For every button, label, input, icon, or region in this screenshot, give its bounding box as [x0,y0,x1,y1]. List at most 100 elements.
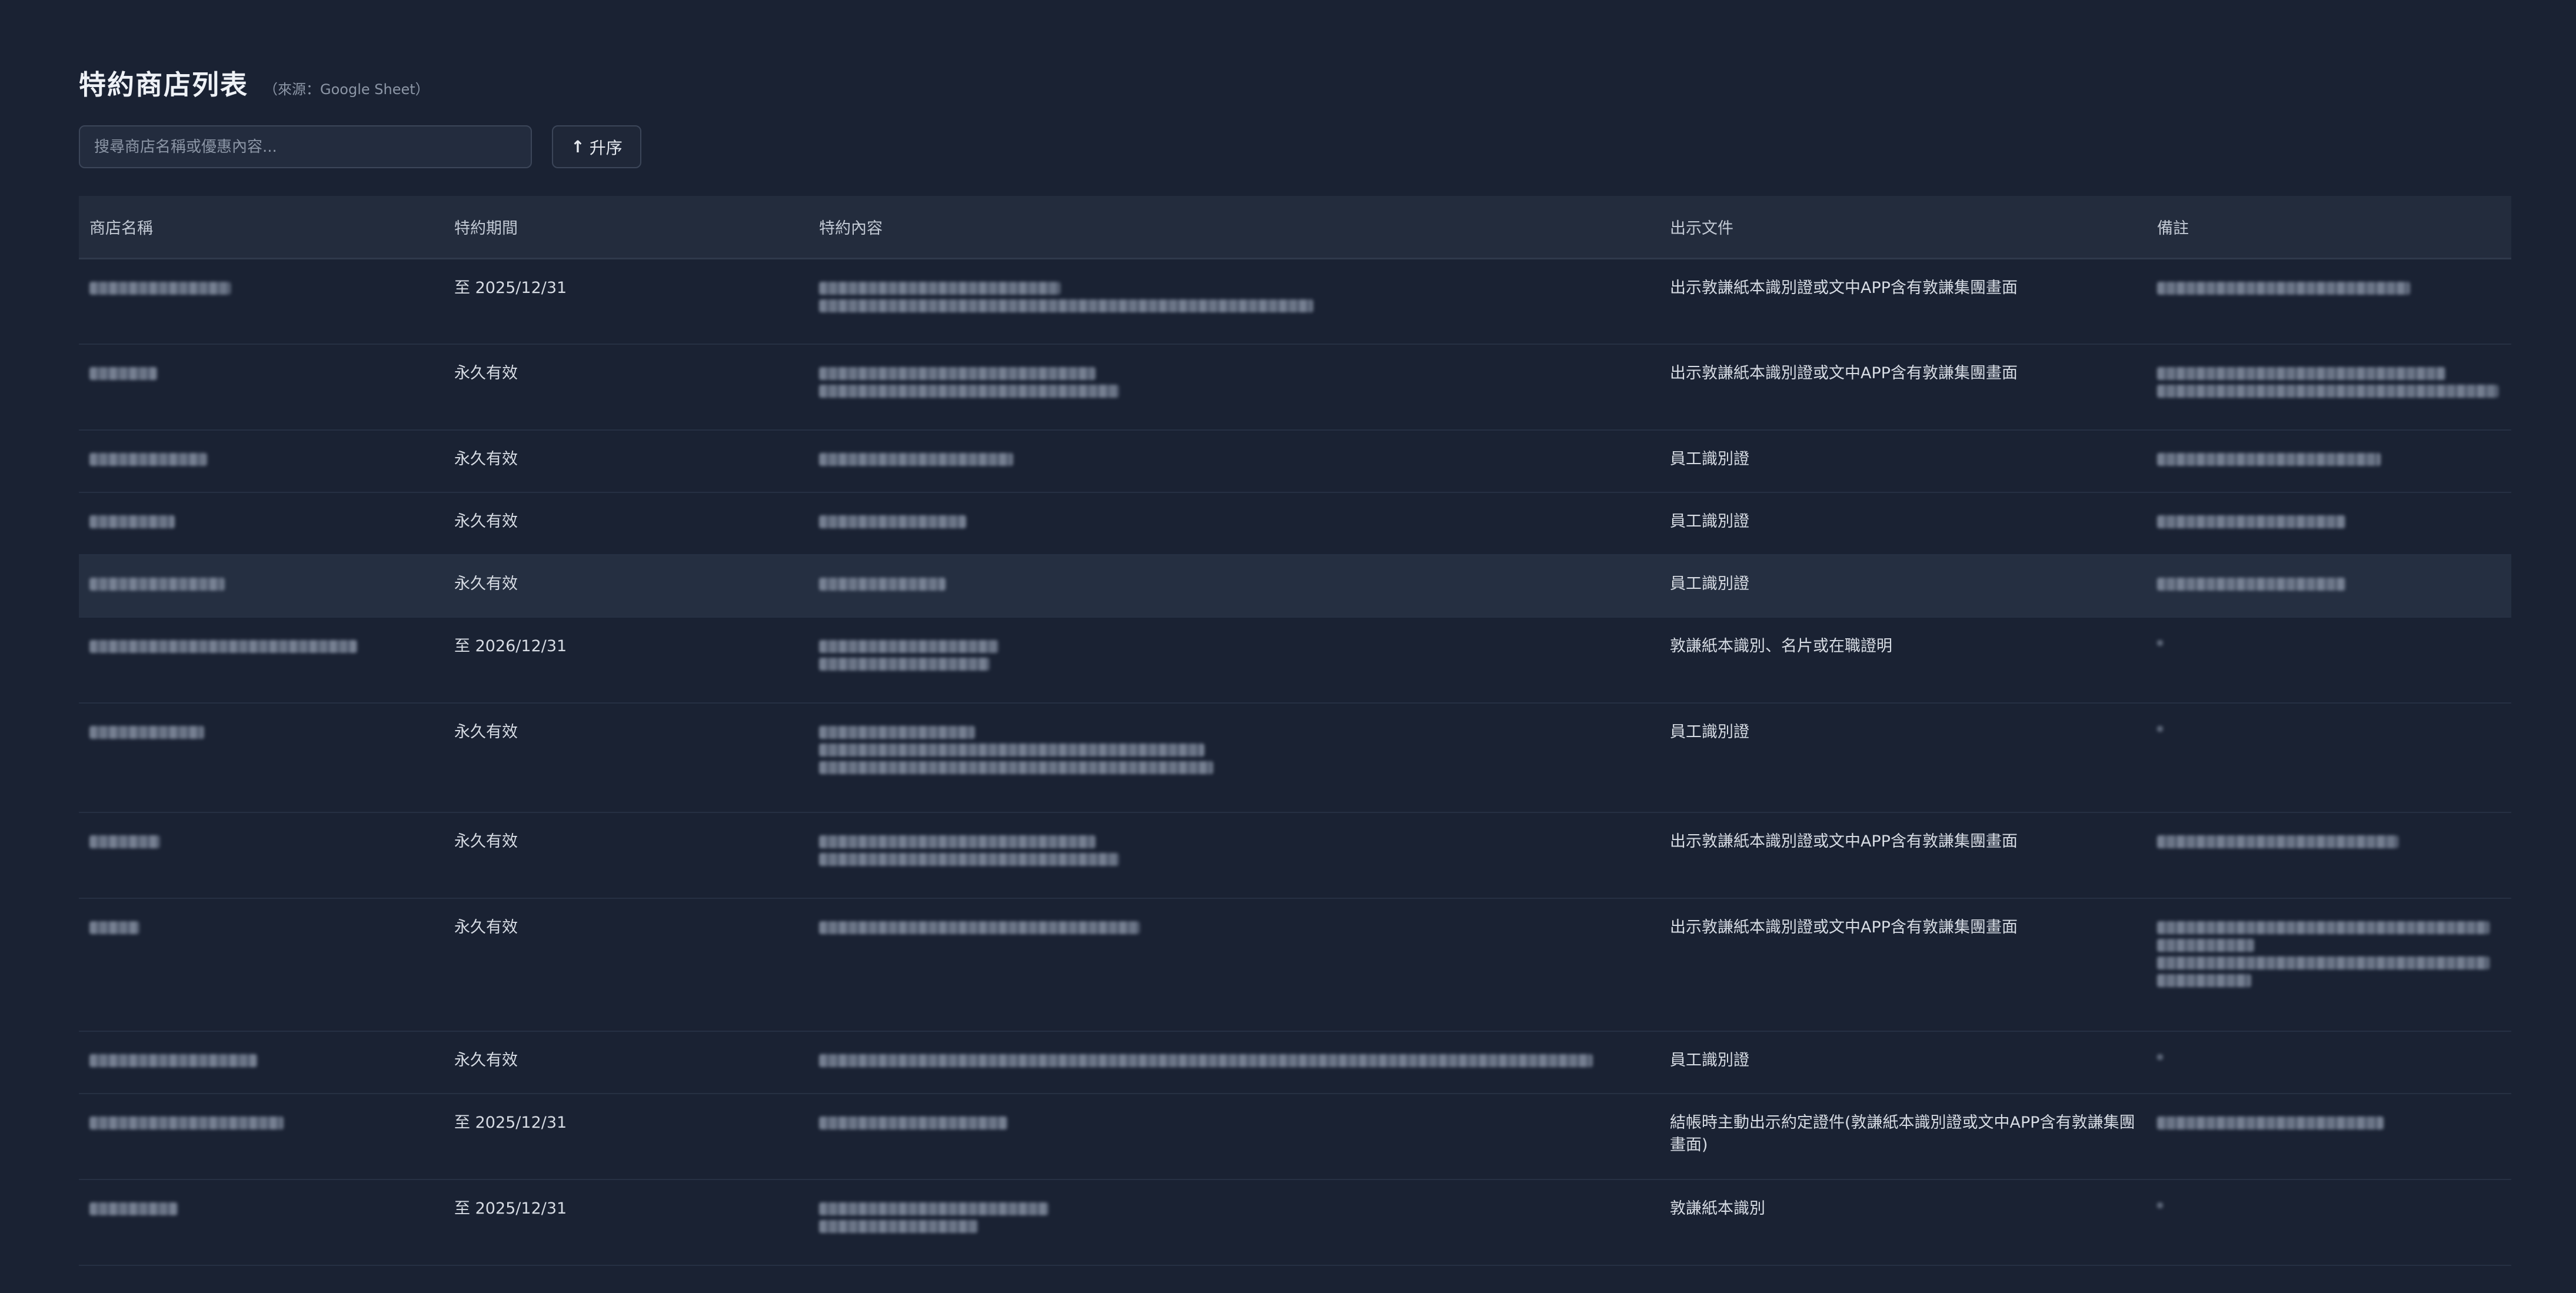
table-row[interactable]: 永久有效 員工識別證 [79,492,2511,555]
store-table: 商店名稱 特約期間 特約內容 出示文件 備註 至 2025/12/31 出示敦謙紙… [79,196,2511,1266]
store-name-cell [79,258,444,345]
document-cell: 出示敦謙紙本識別證或文中APP含有敦謙集團畫面 [1659,898,2146,1032]
redacted-text [2157,453,2381,466]
content-cell [808,555,1659,618]
page: 特約商店列表 （來源：Google Sheet） ↑ 升序 商店名稱 特約期間 … [0,0,2576,1293]
store-name-cell [79,898,444,1032]
notes-cell [2146,344,2511,431]
store-name-cell [79,1094,444,1180]
document-cell: 敦謙紙本識別 [1659,1179,2146,1266]
store-name-cell [79,812,444,899]
document-cell: 出示敦謙紙本識別證或文中APP含有敦謙集團畫面 [1659,258,2146,345]
table-header-row: 商店名稱 特約期間 特約內容 出示文件 備註 [79,196,2511,259]
redacted-text [819,921,1140,934]
redacted-text [2157,578,2345,591]
document-cell: 結帳時主動出示約定證件(敦謙紙本識別證或文中APP含有敦謙集團畫面) [1659,1094,2146,1180]
toolbar: ↑ 升序 [79,125,641,168]
table-row[interactable]: 至 2026/12/31 敦謙紙本識別、名片或在職證明 [79,617,2511,704]
redacted-text [2157,957,2490,969]
redacted-text [819,515,966,528]
redacted-text [89,578,225,591]
redacted-text [2157,974,2251,987]
notes-cell [2146,492,2511,555]
redacted-text [819,1054,1593,1067]
store-name-cell [79,430,444,493]
period-cell: 至 2025/12/31 [444,1179,808,1266]
table-row[interactable]: 至 2025/12/31 敦謙紙本識別 [79,1179,2511,1266]
store-name-cell [79,492,444,555]
content-cell [808,344,1659,431]
content-cell [808,703,1659,813]
store-name-cell [79,703,444,813]
table-row[interactable]: 永久有效 員工識別證 [79,703,2511,813]
document-cell: 員工識別證 [1659,555,2146,618]
redacted-text [2157,640,2163,646]
header: 特約商店列表 （來源：Google Sheet） [79,64,430,102]
redacted-text [819,385,1119,398]
redacted-text [2157,726,2163,732]
notes-cell [2146,703,2511,813]
document-cell: 員工識別證 [1659,430,2146,493]
redacted-text [819,1220,978,1233]
redacted-text [819,1117,1007,1129]
period-cell: 永久有效 [444,898,808,1032]
redacted-text [2157,1117,2384,1129]
column-header-notes[interactable]: 備註 [2146,196,2511,259]
column-header-store-name[interactable]: 商店名稱 [79,196,444,259]
column-header-document[interactable]: 出示文件 [1659,196,2146,259]
redacted-text [2157,1054,2163,1060]
notes-cell [2146,1094,2511,1180]
source-label: （來源：Google Sheet） [264,81,430,98]
content-cell [808,898,1659,1032]
table-row[interactable]: 永久有效 出示敦謙紙本識別證或文中APP含有敦謙集團畫面 [79,344,2511,431]
redacted-text [819,640,999,653]
period-cell: 至 2026/12/31 [444,617,808,704]
table-row[interactable]: 永久有效 出示敦謙紙本識別證或文中APP含有敦謙集團畫面 [79,812,2511,899]
content-cell [808,492,1659,555]
content-cell [808,1094,1659,1180]
redacted-text [2157,835,2398,848]
document-cell: 員工識別證 [1659,703,2146,813]
notes-cell [2146,617,2511,704]
arrow-up-icon: ↑ [571,137,585,156]
document-cell: 員工識別證 [1659,492,2146,555]
content-cell [808,1179,1659,1266]
document-cell: 出示敦謙紙本識別證或文中APP含有敦謙集團畫面 [1659,812,2146,899]
column-header-period[interactable]: 特約期間 [444,196,808,259]
redacted-text [89,1054,257,1067]
period-cell: 永久有效 [444,1031,808,1094]
table-row[interactable]: 永久有效 員工識別證 [79,555,2511,618]
period-cell: 永久有效 [444,430,808,493]
sort-ascending-button[interactable]: ↑ 升序 [552,125,641,168]
notes-cell [2146,258,2511,345]
period-cell: 至 2025/12/31 [444,1094,808,1180]
redacted-text [2157,939,2254,952]
table-row[interactable]: 永久有效 員工識別證 [79,1031,2511,1094]
notes-cell [2146,898,2511,1032]
period-cell: 永久有效 [444,812,808,899]
table-row[interactable]: 至 2025/12/31 出示敦謙紙本識別證或文中APP含有敦謙集團畫面 [79,258,2511,345]
redacted-text [2157,367,2445,380]
redacted-text [819,853,1119,866]
table-row[interactable]: 永久有效 出示敦謙紙本識別證或文中APP含有敦謙集團畫面 [79,898,2511,1032]
redacted-text [89,1202,178,1215]
redacted-text [89,640,357,653]
table-row[interactable]: 永久有效 員工識別證 [79,430,2511,493]
redacted-text [2157,1202,2163,1208]
column-header-content[interactable]: 特約內容 [808,196,1659,259]
redacted-text [819,761,1213,774]
period-cell: 永久有效 [444,555,808,618]
period-cell: 至 2025/12/31 [444,258,808,345]
redacted-text [89,281,231,295]
document-cell: 員工識別證 [1659,1031,2146,1094]
period-cell: 永久有效 [444,344,808,431]
period-cell: 永久有效 [444,703,808,813]
redacted-text [819,453,1013,466]
redacted-text [819,367,1096,380]
redacted-text [2157,921,2490,934]
table-row[interactable]: 至 2025/12/31 結帳時主動出示約定證件(敦謙紙本識別證或文中APP含有敦… [79,1094,2511,1180]
redacted-text [89,1117,284,1129]
search-input[interactable] [79,125,532,168]
notes-cell [2146,555,2511,618]
redacted-text [89,921,139,934]
